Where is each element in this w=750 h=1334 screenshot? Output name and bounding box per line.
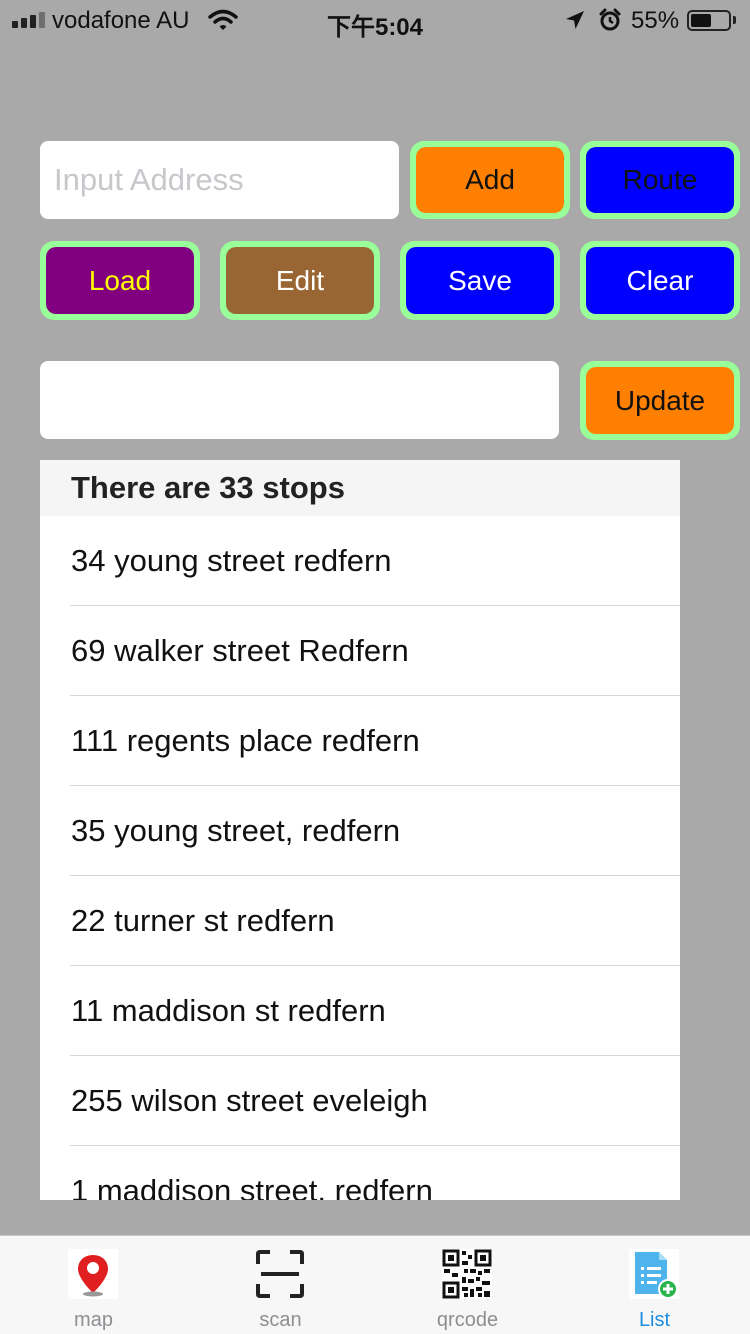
battery-percent: 55%	[631, 7, 680, 34]
tab-scan[interactable]: scan	[187, 1236, 374, 1334]
tab-list[interactable]: List	[561, 1236, 748, 1334]
list-item[interactable]: 69 walker street Redfern	[40, 606, 680, 696]
tab-label: qrcode	[436, 1309, 499, 1331]
tab-map[interactable]: map	[0, 1236, 187, 1334]
status-bar: vodafone AU 下午5:04 55%	[0, 0, 750, 41]
battery-icon	[687, 10, 731, 31]
add-button[interactable]: Add	[416, 147, 564, 213]
list-item[interactable]: 22 turner st redfern	[40, 876, 680, 966]
edit-button[interactable]: Edit	[226, 247, 374, 314]
clear-button[interactable]: Clear	[586, 247, 734, 314]
battery-cap	[733, 16, 736, 24]
tab-label: List	[638, 1309, 671, 1331]
save-button[interactable]: Save	[406, 247, 554, 314]
list-item[interactable]: 35 young street, redfern	[40, 786, 680, 876]
map-pin-icon	[68, 1249, 118, 1299]
list-item[interactable]: 255 wilson street eveleigh	[40, 1056, 680, 1146]
add-button-frame: Add	[410, 141, 570, 219]
stops-list[interactable]: There are 33 stops 34 young street redfe…	[40, 460, 680, 1200]
alarm-icon	[599, 8, 621, 31]
address-input[interactable]	[40, 141, 399, 219]
update-button-frame: Update	[580, 361, 740, 440]
qrcode-icon	[442, 1249, 492, 1299]
scan-frame-icon	[256, 1250, 304, 1298]
list-add-icon	[629, 1249, 679, 1299]
edit-button-frame: Edit	[220, 241, 380, 320]
tab-label: map	[74, 1309, 113, 1331]
load-button[interactable]: Load	[46, 247, 194, 314]
stops-count-header: There are 33 stops	[40, 460, 680, 516]
save-button-frame: Save	[400, 241, 560, 320]
list-item[interactable]: 1 maddison street, redfern	[40, 1146, 680, 1200]
update-button[interactable]: Update	[586, 367, 734, 434]
tab-qrcode[interactable]: qrcode	[374, 1236, 561, 1334]
clear-button-frame: Clear	[580, 241, 740, 320]
list-item[interactable]: 111 regents place redfern	[40, 696, 680, 786]
list-item[interactable]: 11 maddison st redfern	[40, 966, 680, 1056]
update-input[interactable]	[40, 361, 559, 439]
route-button[interactable]: Route	[586, 147, 734, 213]
tab-label: scan	[259, 1309, 302, 1331]
tab-bar: map scan qrcode List	[0, 1235, 750, 1334]
load-button-frame: Load	[40, 241, 200, 320]
route-button-frame: Route	[580, 141, 740, 219]
location-arrow-icon	[566, 11, 584, 29]
battery-level	[691, 14, 711, 27]
list-item[interactable]: 34 young street redfern	[40, 516, 680, 606]
